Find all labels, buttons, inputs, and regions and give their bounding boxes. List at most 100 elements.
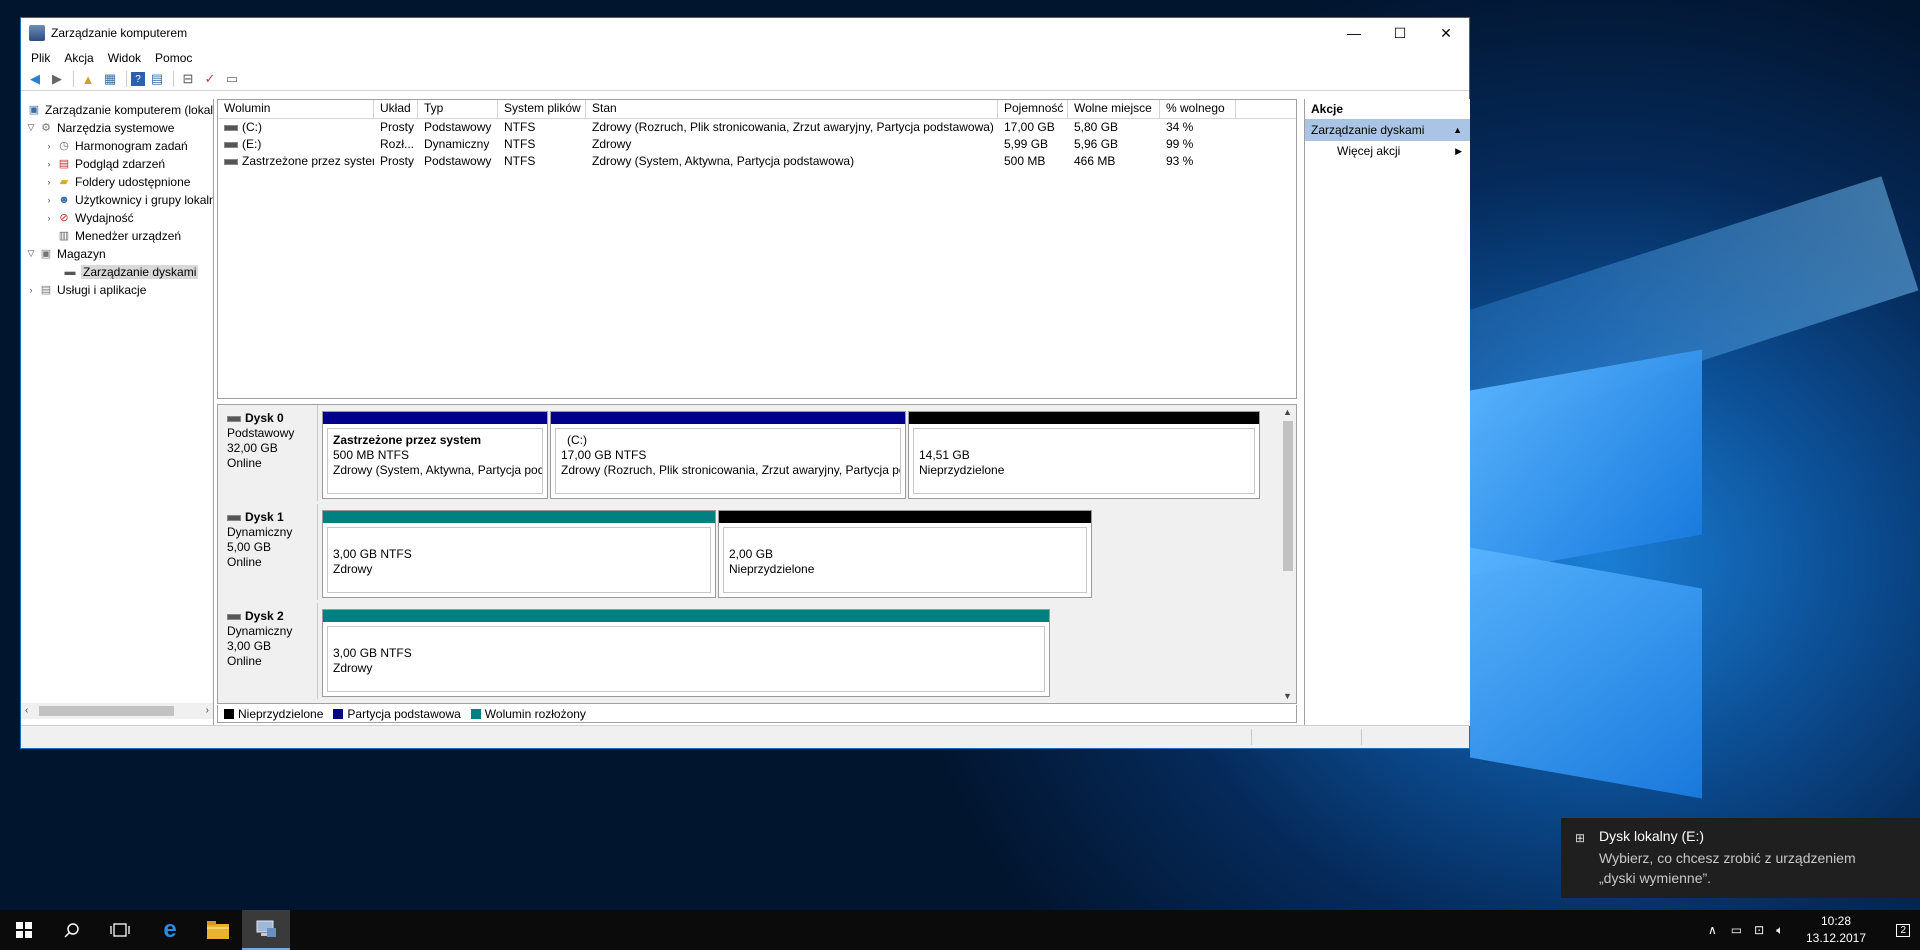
partition-e-striped[interactable]: 3,00 GB NTFS Zdrowy bbox=[322, 510, 716, 598]
legend-label: Nieprzydzielone bbox=[238, 706, 324, 721]
menu-plik[interactable]: Plik bbox=[24, 51, 57, 65]
volume-muted-icon[interactable]: 🔈︎ bbox=[1776, 923, 1783, 938]
expand-chevron-icon[interactable]: › bbox=[25, 285, 37, 295]
column-header[interactable]: % wolnego bbox=[1160, 100, 1236, 118]
removable-drive-icon[interactable]: ▭ bbox=[1731, 923, 1742, 937]
table-cell: 5,96 GB bbox=[1074, 137, 1119, 151]
column-header[interactable]: Wolumin bbox=[218, 100, 374, 118]
actions-section-disk-management[interactable]: Zarządzanie dyskami ▲ bbox=[1305, 119, 1470, 141]
disk-legend: Nieprzydzielone Partycja podstawowa Wolu… bbox=[217, 705, 1297, 723]
table-cell: Zdrowy (Rozruch, Plik stronicowania, Zrz… bbox=[592, 120, 994, 134]
table-row[interactable]: Zastrzeżone przez system Prosty Podstawo… bbox=[218, 153, 1296, 170]
minimize-button[interactable]: — bbox=[1331, 18, 1377, 48]
toolbar-separator bbox=[173, 71, 174, 87]
tree-item-storage[interactable]: ▽ ▣ Magazyn bbox=[25, 245, 106, 262]
striped-volume-bar bbox=[323, 610, 1049, 622]
tree-item-local-users[interactable]: › ☻ Użytkownicy i grupy lokalne bbox=[43, 191, 214, 208]
navigation-tree: ▣ Zarządzanie komputerem (lokalny) ▽ ⚙ N… bbox=[21, 99, 214, 726]
show-hidden-icons-chevron-icon[interactable]: ∧ bbox=[1708, 923, 1717, 937]
tools-icon: ⚙ bbox=[41, 122, 51, 134]
disk-label[interactable]: Dysk 2 Dynamiczny 3,00 GB Online bbox=[218, 603, 318, 699]
column-header[interactable]: Stan bbox=[586, 100, 998, 118]
tree-item-shared-folders[interactable]: › ▰ Foldery udostępnione bbox=[43, 173, 191, 190]
column-header[interactable]: Typ bbox=[418, 100, 498, 118]
collapse-triangle-icon[interactable]: ▲ bbox=[1453, 119, 1462, 141]
drive-icon bbox=[224, 158, 238, 165]
disk-label[interactable]: Dysk 0 Podstawowy 32,00 GB Online bbox=[218, 405, 318, 501]
maximize-button[interactable]: ☐ bbox=[1377, 18, 1423, 48]
edge-browser-icon[interactable]: e bbox=[146, 910, 194, 950]
start-button[interactable] bbox=[0, 910, 48, 950]
table-cell: Zdrowy bbox=[592, 137, 632, 151]
menu-pomoc[interactable]: Pomoc bbox=[148, 51, 199, 65]
partition-system-reserved[interactable]: Zastrzeżone przez system 500 MB NTFS Zdr… bbox=[322, 411, 548, 499]
file-explorer-icon[interactable] bbox=[194, 910, 242, 950]
close-button[interactable]: ✕ bbox=[1423, 18, 1469, 48]
show-tree-icon[interactable]: ▦ bbox=[100, 70, 120, 88]
partition-e-striped[interactable]: 3,00 GB NTFS Zdrowy bbox=[322, 609, 1050, 697]
partition-unallocated[interactable]: 14,51 GB Nieprzydzielone bbox=[908, 411, 1260, 499]
menu-widok[interactable]: Widok bbox=[101, 51, 148, 65]
tree-item-disk-management[interactable]: ▬ Zarządzanie dyskami bbox=[61, 263, 199, 280]
expand-chevron-icon[interactable]: › bbox=[43, 141, 55, 151]
tree-item-event-viewer[interactable]: › ▤ Podgląd zdarzeń bbox=[43, 155, 166, 172]
device-manager-icon: ▥ bbox=[58, 230, 70, 242]
scrollbar-thumb[interactable] bbox=[39, 706, 174, 716]
partition-unallocated[interactable]: 2,00 GB Nieprzydzielone bbox=[718, 510, 1092, 598]
collapse-chevron-icon[interactable]: ▽ bbox=[25, 122, 37, 133]
autoplay-notification[interactable]: ⊞ Dysk lokalny (E:) Wybierz, co chcesz z… bbox=[1561, 818, 1920, 898]
table-row[interactable]: (E:) Rozł... Dynamiczny NTFS Zdrowy 5,99… bbox=[218, 136, 1296, 153]
tree-horizontal-scrollbar[interactable]: ‹ › bbox=[21, 703, 213, 719]
expand-chevron-icon[interactable]: › bbox=[43, 159, 55, 169]
tree-item-task-scheduler[interactable]: › ◷ Harmonogram zadań bbox=[43, 137, 188, 154]
tree-item-services-apps[interactable]: › ▤ Usługi i aplikacje bbox=[25, 281, 147, 298]
submenu-arrow-icon: ▶ bbox=[1455, 146, 1462, 156]
title-bar[interactable]: Zarządzanie komputerem — ☐ ✕ bbox=[21, 18, 1469, 48]
forward-arrow-icon[interactable]: ▶ bbox=[47, 70, 67, 88]
checklist-icon[interactable]: ✓ bbox=[200, 70, 220, 88]
network-icon[interactable]: ⊡ bbox=[1754, 923, 1764, 937]
clock-date: 13.12.2017 bbox=[1805, 931, 1867, 945]
collapse-chevron-icon[interactable]: ▽ bbox=[25, 248, 37, 259]
column-header[interactable]: Wolne miejsce bbox=[1068, 100, 1160, 118]
computer-management-taskbar-icon[interactable] bbox=[242, 910, 290, 950]
volume-list-header: Wolumin Układ Typ System plików Stan Poj… bbox=[218, 100, 1296, 119]
tree-item-device-manager[interactable]: ▥ Menedżer urządzeń bbox=[43, 227, 181, 244]
scrollbar-thumb[interactable] bbox=[1283, 421, 1293, 571]
expand-chevron-icon[interactable]: › bbox=[43, 177, 55, 187]
help-icon[interactable]: ? bbox=[131, 72, 145, 86]
expand-chevron-icon[interactable]: › bbox=[43, 213, 55, 223]
column-header[interactable]: Pojemność bbox=[998, 100, 1068, 118]
windows-logo-wallpaper bbox=[1470, 330, 1730, 799]
primary-partition-bar bbox=[551, 412, 905, 424]
table-row[interactable]: (C:) Prosty Podstawowy NTFS Zdrowy (Rozr… bbox=[218, 119, 1296, 136]
partition-c[interactable]: (C:) 17,00 GB NTFS Zdrowy (Rozruch, Plik… bbox=[550, 411, 906, 499]
back-arrow-icon[interactable]: ◀ bbox=[25, 70, 45, 88]
search-button[interactable] bbox=[48, 910, 96, 950]
tree-item-system-tools[interactable]: ▽ ⚙ Narzędzia systemowe bbox=[25, 119, 175, 136]
system-clock[interactable]: 10:28 13.12.2017 bbox=[1796, 913, 1876, 947]
expand-chevron-icon[interactable]: › bbox=[43, 195, 55, 205]
tree-root[interactable]: ▣ Zarządzanie komputerem (lokalny) bbox=[25, 101, 213, 118]
disk-label[interactable]: Dysk 1 Dynamiczny 5,00 GB Online bbox=[218, 504, 318, 600]
up-folder-icon[interactable]: ▲ bbox=[78, 70, 98, 88]
legend-swatch bbox=[470, 708, 481, 719]
disk-row: Dysk 1 Dynamiczny 5,00 GB Online 3,00 GB… bbox=[218, 504, 1276, 600]
scroll-left-icon[interactable]: ‹ bbox=[25, 705, 28, 716]
column-header[interactable]: System plików bbox=[498, 100, 586, 118]
menu-bar: Plik Akcja Widok Pomoc bbox=[21, 48, 1469, 68]
show-action-pane-icon[interactable]: ▤ bbox=[147, 70, 167, 88]
column-header[interactable]: Układ bbox=[374, 100, 418, 118]
tree-item-performance[interactable]: › ⊘ Wydajność bbox=[43, 209, 134, 226]
disk-map-vertical-scrollbar[interactable]: ▲ ▼ bbox=[1280, 405, 1296, 703]
action-center-icon[interactable]: 2 bbox=[1896, 920, 1910, 937]
task-view-button[interactable] bbox=[96, 910, 144, 950]
scroll-down-icon[interactable]: ▼ bbox=[1283, 691, 1292, 701]
more-actions-item[interactable]: Więcej akcji ▶ bbox=[1305, 141, 1470, 161]
connect-drive-icon[interactable]: ⊟ bbox=[178, 70, 198, 88]
window-title: Zarządzanie komputerem bbox=[51, 26, 188, 40]
scroll-up-icon[interactable]: ▲ bbox=[1283, 407, 1292, 417]
scroll-right-icon[interactable]: › bbox=[206, 705, 209, 716]
menu-akcja[interactable]: Akcja bbox=[57, 51, 100, 65]
properties-icon[interactable]: ▭ bbox=[222, 70, 242, 88]
